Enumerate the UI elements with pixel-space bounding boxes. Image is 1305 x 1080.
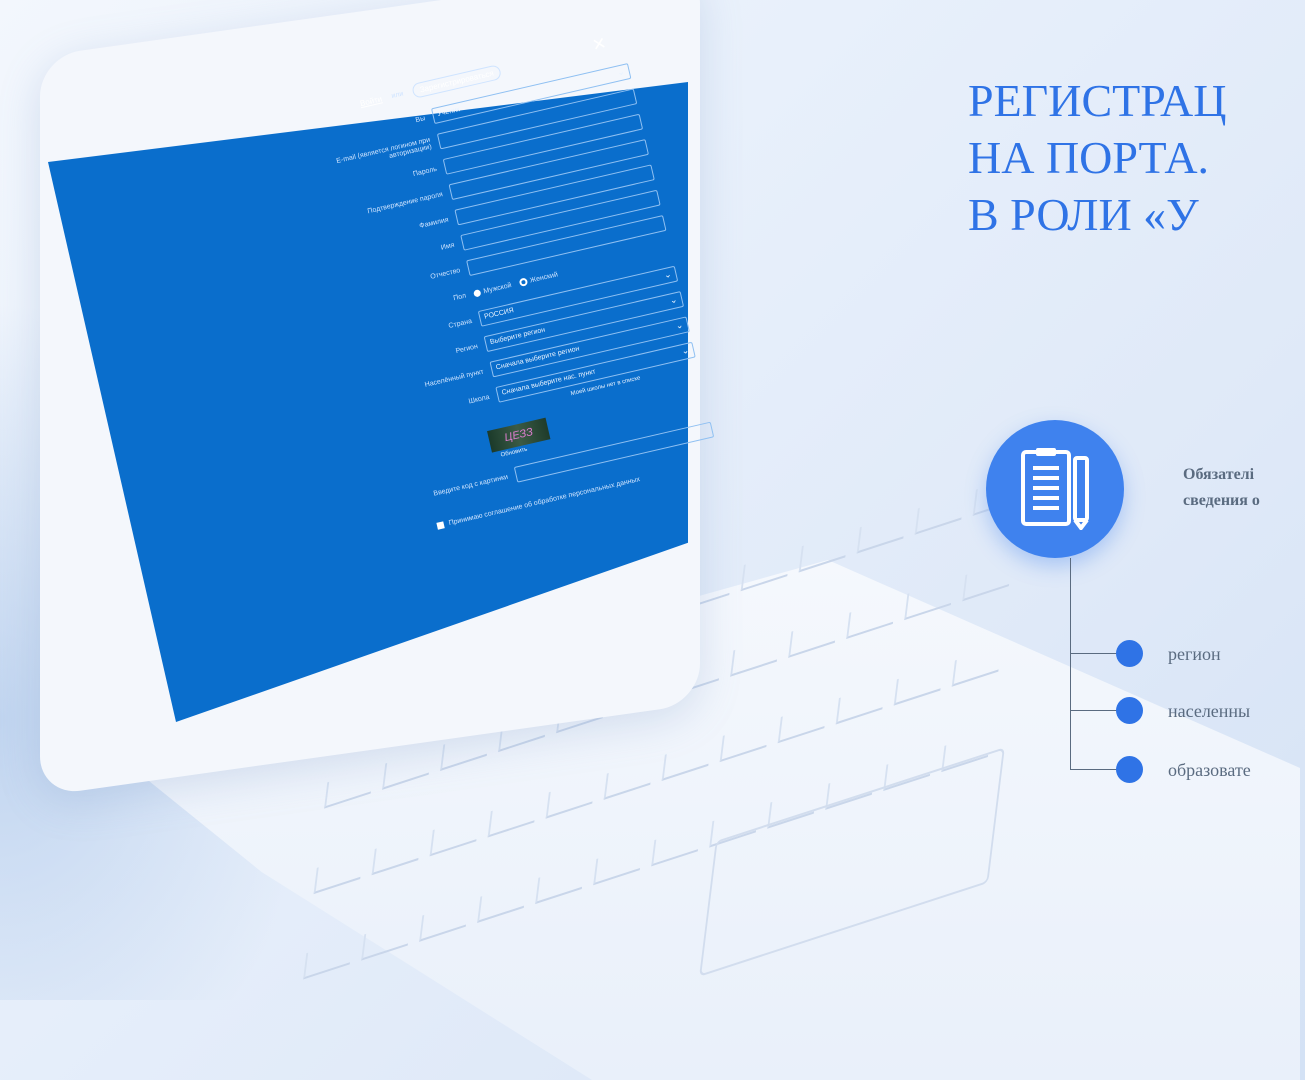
keyboard-key	[487, 796, 538, 838]
bullet-icon	[1116, 640, 1143, 667]
slide-title: РЕГИСТРАЦ НА ПОРТА. В РОЛИ «У	[968, 72, 1226, 243]
country-value: РОССИЯ	[483, 307, 515, 321]
keyboard-key	[962, 559, 1013, 602]
keyboard-key	[740, 549, 791, 592]
chevron-down-icon: ⌄	[668, 294, 679, 306]
keyboard-key	[730, 635, 781, 677]
keyboard-key	[593, 843, 643, 886]
keyboard-key	[382, 748, 432, 790]
captcha-input-label: Введите код с картинки	[432, 473, 509, 498]
list-item-locality: населенны	[1168, 701, 1251, 721]
document-list-icon	[1021, 448, 1089, 530]
keyboard-key	[893, 664, 944, 706]
role-value: Ученик	[436, 106, 461, 119]
required-info-text: Обязателі сведения о	[1183, 462, 1260, 514]
keyboard-key	[419, 900, 469, 942]
gender-male-radio[interactable]: Мужской	[472, 281, 513, 298]
document-circle	[986, 420, 1124, 558]
login-link[interactable]: Войти	[359, 94, 383, 108]
gender-female-label: Женский	[529, 270, 559, 285]
region-placeholder: Выберите регион	[489, 326, 546, 347]
chevron-down-icon: ⌄	[662, 268, 673, 281]
title-line: РЕГИСТРАЦ	[968, 75, 1227, 126]
radio-unselected-icon	[518, 277, 528, 288]
keyboard-key	[603, 758, 654, 800]
chevron-down-icon: ⌄	[616, 66, 626, 78]
or-label: или	[390, 90, 405, 100]
keyboard-key	[371, 833, 422, 876]
bullet-icon	[1116, 697, 1143, 724]
chevron-down-icon: ⌄	[674, 319, 685, 331]
keyboard-key	[313, 852, 364, 895]
keyboard-key	[429, 814, 480, 857]
keyboard-key	[904, 578, 955, 621]
keyboard-key	[545, 777, 596, 819]
keyboard-key	[777, 701, 828, 744]
keyboard-key	[798, 531, 849, 573]
keyboard-key	[661, 739, 712, 782]
keyboard-key	[361, 919, 411, 961]
keyboard-key	[535, 862, 585, 905]
keyboard-key	[856, 512, 907, 554]
keyboard-key	[324, 767, 374, 809]
keyboard-key	[788, 616, 839, 658]
keyboard-key	[951, 645, 1002, 687]
keyboard-key	[477, 881, 527, 923]
chevron-down-icon: ⌄	[680, 344, 691, 357]
title-line: НА ПОРТА.	[968, 132, 1210, 183]
bullet-icon	[1116, 756, 1143, 783]
list-item-region: регион	[1168, 644, 1221, 664]
radio-selected-icon	[472, 288, 482, 298]
keyboard-key	[835, 683, 886, 725]
tree-connector	[1070, 558, 1071, 769]
keyboard-key	[846, 597, 897, 640]
required-info-line: Обязателі	[1183, 466, 1255, 483]
title-line: В РОЛИ «У	[968, 189, 1199, 240]
keyboard-key	[914, 493, 965, 535]
keyboard-key	[651, 824, 702, 867]
gender-male-label: Мужской	[482, 281, 513, 295]
keyboard-key	[719, 720, 770, 763]
required-info-line: сведения о	[1183, 492, 1260, 509]
gender-female-radio[interactable]: Женский	[518, 270, 559, 288]
keyboard-key	[303, 938, 353, 980]
list-item-school: образовате	[1168, 760, 1251, 780]
